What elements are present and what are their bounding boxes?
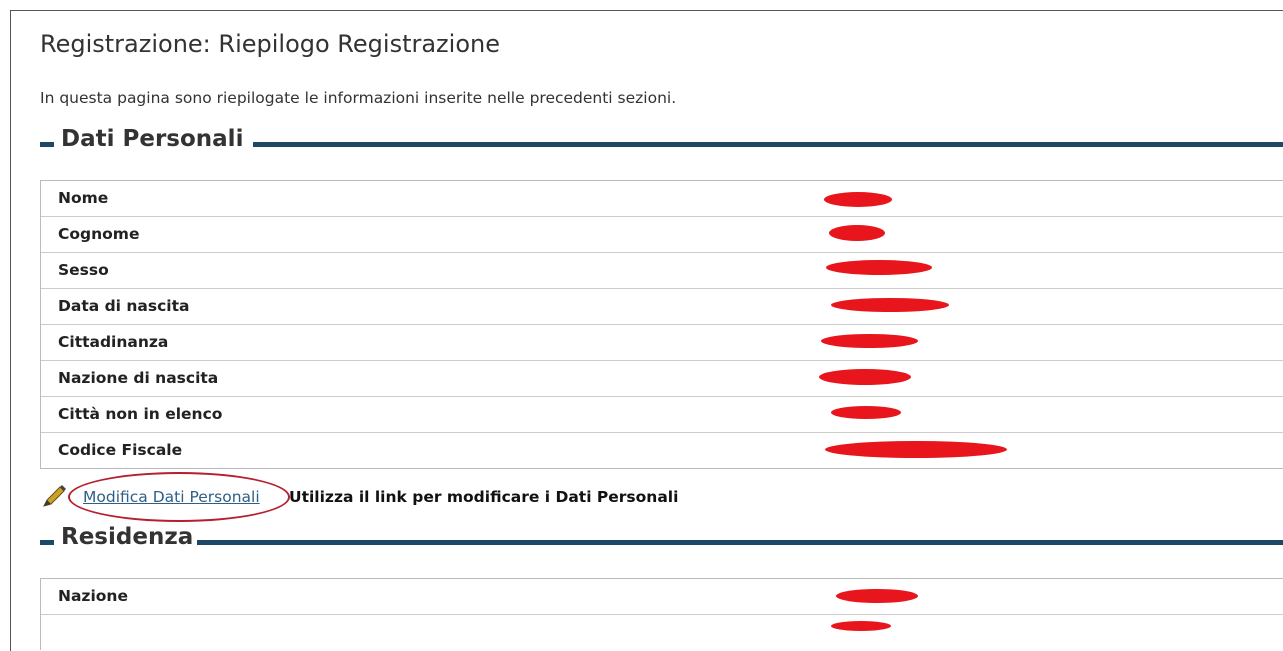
section-header-dati-personali: Dati Personali: [40, 126, 1283, 156]
residenza-table: Nazione: [40, 578, 1283, 650]
redacted-value: [819, 369, 911, 385]
section-rule-left: [40, 142, 54, 147]
row-label-nome: Nome: [58, 189, 109, 207]
highlight-circle-annotation: [68, 472, 290, 522]
redacted-value: [825, 441, 1007, 458]
section-title-dati-personali: Dati Personali: [61, 126, 244, 152]
table-row: [41, 614, 1283, 650]
section-header-residenza: Residenza: [40, 524, 1283, 554]
redacted-value: [829, 225, 885, 241]
row-label-nazione: Nazione: [58, 587, 128, 605]
redacted-value: [836, 589, 918, 603]
table-row: Codice Fiscale: [41, 432, 1283, 468]
dati-personali-table: Nome Cognome Sesso Data di nascita Citta…: [40, 180, 1283, 469]
table-row: Data di nascita: [41, 288, 1283, 324]
edit-hint-text: Utilizza il link per modificare i Dati P…: [289, 488, 679, 506]
section-rule-right: [197, 540, 1283, 545]
row-label-cognome: Cognome: [58, 225, 140, 243]
row-label-nazione-di-nascita: Nazione di nascita: [58, 369, 219, 387]
row-label-citta-non-in-elenco: Città non in elenco: [58, 405, 223, 423]
page-intro: In questa pagina sono riepilogate le inf…: [40, 89, 677, 107]
redacted-value: [826, 260, 932, 275]
table-row: Cittadinanza: [41, 324, 1283, 360]
pencil-icon: [43, 485, 66, 507]
section-rule-right: [253, 142, 1283, 147]
redacted-value: [831, 298, 949, 312]
row-label-cittadinanza: Cittadinanza: [58, 333, 169, 351]
row-label-data-di-nascita: Data di nascita: [58, 297, 190, 315]
page-title: Registrazione: Riepilogo Registrazione: [40, 30, 500, 58]
table-row: Sesso: [41, 252, 1283, 288]
row-label-sesso: Sesso: [58, 261, 109, 279]
table-row: Nome: [41, 180, 1283, 216]
table-row: Città non in elenco: [41, 396, 1283, 432]
table-row: Nazione di nascita: [41, 360, 1283, 396]
section-rule-left: [40, 540, 54, 545]
redacted-value: [824, 192, 892, 207]
table-row: Cognome: [41, 216, 1283, 252]
redacted-value: [831, 406, 901, 419]
section-title-residenza: Residenza: [61, 524, 194, 550]
table-row: Nazione: [41, 578, 1283, 614]
row-label-codice-fiscale: Codice Fiscale: [58, 441, 183, 459]
redacted-value: [821, 334, 918, 348]
redacted-value: [831, 621, 891, 631]
